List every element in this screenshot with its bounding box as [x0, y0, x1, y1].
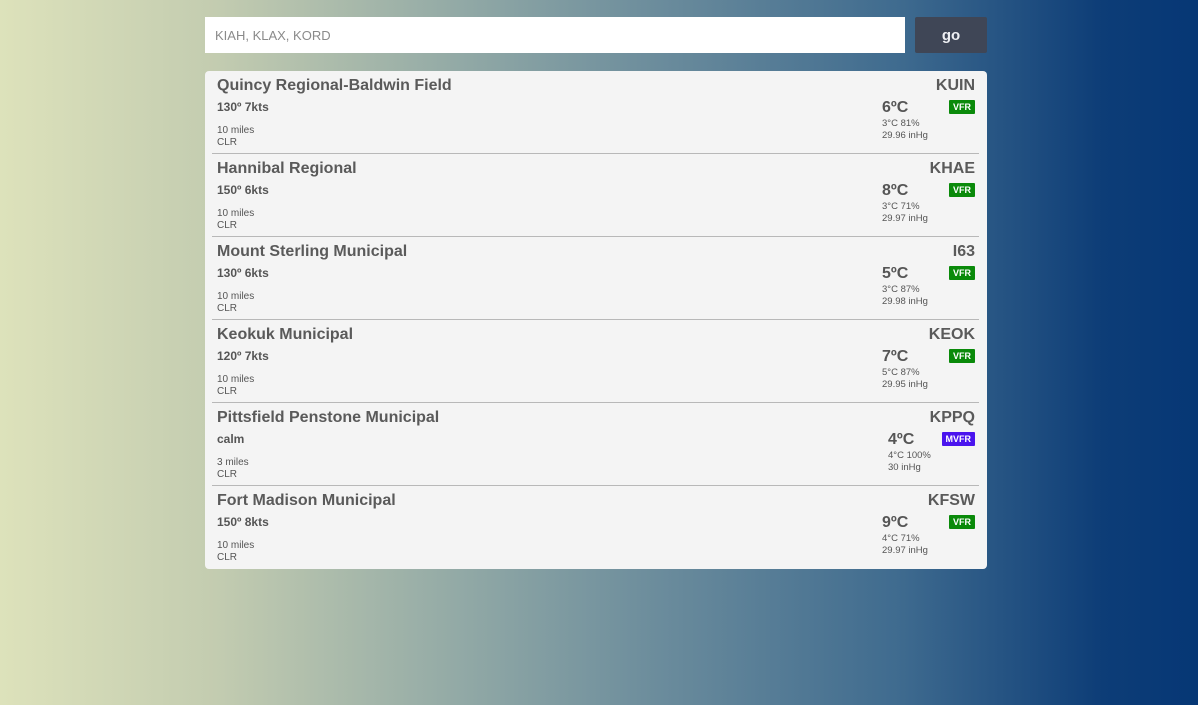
- station-name: Quincy Regional-Baldwin Field: [217, 77, 452, 94]
- flight-category-badge: VFR: [949, 349, 975, 363]
- station-sky-condition: CLR: [217, 386, 238, 397]
- station-dewpoint-humidity: 3°C 87%: [882, 284, 920, 295]
- station-id: KHAE: [929, 160, 975, 177]
- station-sky-condition: CLR: [217, 303, 238, 314]
- station-wind: 150º 8kts: [217, 515, 269, 529]
- flight-category-badge: VFR: [949, 183, 975, 197]
- station-visibility: 10 miles: [217, 208, 255, 219]
- station-visibility: 10 miles: [217, 374, 255, 385]
- station-visibility: 3 miles: [217, 457, 249, 468]
- flight-category-badge: MVFR: [941, 432, 975, 446]
- station-weather: 4ºC MVFR 4°C 100% 30 inHg: [875, 431, 975, 481]
- station-altimeter: 29.98 inHg: [882, 296, 928, 307]
- station-altimeter: 29.96 inHg: [882, 130, 928, 141]
- station-sky-condition: CLR: [217, 552, 238, 563]
- station-id: KFSW: [927, 492, 975, 509]
- station-temperature: 6ºC: [882, 99, 909, 116]
- station-temperature: 8ºC: [882, 182, 909, 199]
- go-button[interactable]: go: [915, 17, 987, 53]
- station-temperature: 4ºC: [888, 431, 915, 448]
- station-weather: 6ºC VFR 3°C 81% 29.96 inHg: [875, 99, 975, 149]
- flight-category-badge: VFR: [949, 515, 975, 529]
- station-weather: 9ºC VFR 4°C 71% 29.97 inHg: [875, 514, 975, 564]
- station-id: KPPQ: [929, 409, 975, 426]
- station-altimeter: 29.97 inHg: [882, 213, 928, 224]
- station-visibility: 10 miles: [217, 125, 255, 136]
- station-dewpoint-humidity: 4°C 100%: [888, 450, 931, 461]
- station-card[interactable]: Quincy Regional-Baldwin Field 130º 7kts …: [212, 71, 979, 154]
- station-name: Keokuk Municipal: [217, 326, 354, 343]
- station-wind: calm: [217, 432, 245, 446]
- station-altimeter: 30 inHg: [888, 462, 921, 473]
- station-weather: 5ºC VFR 3°C 87% 29.98 inHg: [875, 265, 975, 315]
- search-bar: go: [205, 17, 987, 53]
- station-dewpoint-humidity: 3°C 71%: [882, 201, 920, 212]
- station-name: Hannibal Regional: [217, 160, 357, 177]
- station-sky-condition: CLR: [217, 220, 238, 231]
- station-id: I63: [952, 243, 975, 260]
- station-card[interactable]: Mount Sterling Municipal 130º 6kts 10 mi…: [212, 237, 979, 320]
- station-name: Fort Madison Municipal: [217, 492, 396, 509]
- station-id: KEOK: [928, 326, 975, 343]
- station-sky-condition: CLR: [217, 137, 238, 148]
- station-weather: 7ºC VFR 5°C 87% 29.95 inHg: [875, 348, 975, 398]
- station-card[interactable]: Fort Madison Municipal 150º 8kts 10 mile…: [212, 486, 979, 569]
- station-id: KUIN: [935, 77, 975, 94]
- station-weather: 8ºC VFR 3°C 71% 29.97 inHg: [875, 182, 975, 232]
- station-name: Mount Sterling Municipal: [217, 243, 408, 260]
- station-sky-condition: CLR: [217, 469, 238, 480]
- station-temperature: 5ºC: [882, 265, 909, 282]
- station-dewpoint-humidity: 3°C 81%: [882, 118, 920, 129]
- station-results-list: Quincy Regional-Baldwin Field 130º 7kts …: [205, 71, 987, 569]
- flight-category-badge: VFR: [949, 100, 975, 114]
- station-card[interactable]: Pittsfield Penstone Municipal calm 3 mil…: [212, 403, 979, 486]
- station-altimeter: 29.97 inHg: [882, 545, 928, 556]
- flight-category-badge: VFR: [949, 266, 975, 280]
- station-wind: 130º 7kts: [217, 100, 269, 114]
- airport-search-input[interactable]: [205, 17, 905, 53]
- station-wind: 130º 6kts: [217, 266, 269, 280]
- station-dewpoint-humidity: 5°C 87%: [882, 367, 920, 378]
- station-temperature: 9ºC: [882, 514, 909, 531]
- station-wind: 120º 7kts: [217, 349, 269, 363]
- station-visibility: 10 miles: [217, 291, 255, 302]
- station-altimeter: 29.95 inHg: [882, 379, 928, 390]
- station-dewpoint-humidity: 4°C 71%: [882, 533, 920, 544]
- station-card[interactable]: Keokuk Municipal 120º 7kts 10 miles CLR …: [212, 320, 979, 403]
- station-visibility: 10 miles: [217, 540, 255, 551]
- station-name: Pittsfield Penstone Municipal: [217, 409, 440, 426]
- station-card[interactable]: Hannibal Regional 150º 6kts 10 miles CLR…: [212, 154, 979, 237]
- station-temperature: 7ºC: [882, 348, 909, 365]
- station-wind: 150º 6kts: [217, 183, 269, 197]
